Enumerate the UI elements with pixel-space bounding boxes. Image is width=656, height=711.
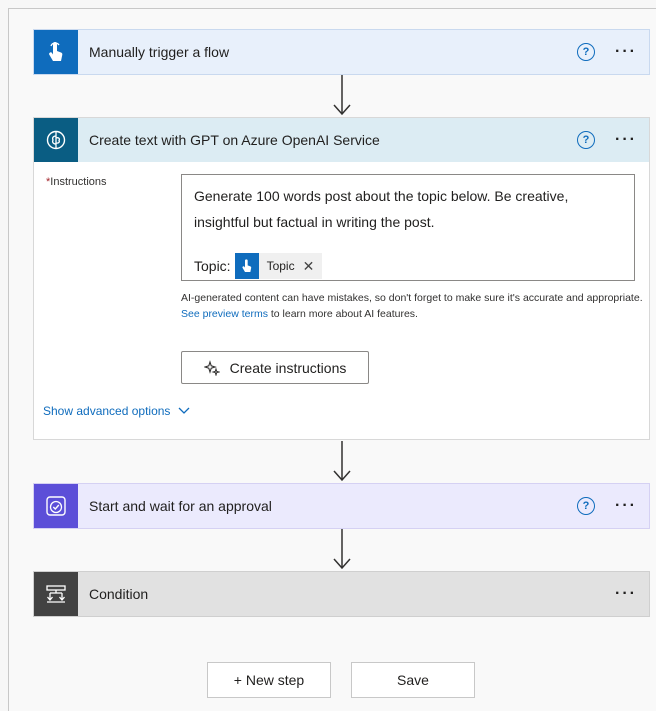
- connector-arrow-icon: [333, 441, 351, 482]
- connector-arrow-icon: [333, 529, 351, 570]
- token-remove-icon[interactable]: ✕: [303, 253, 323, 279]
- touch-hand-icon: [34, 30, 78, 74]
- approval-help-icon[interactable]: ?: [577, 497, 596, 515]
- condition-branch-icon: [34, 572, 78, 616]
- show-advanced-label: Show advanced options: [43, 404, 171, 418]
- create-instructions-label: Create instructions: [229, 359, 347, 376]
- approval-step-header[interactable]: Start and wait for an approval ? ···: [34, 484, 649, 528]
- new-step-button[interactable]: + New step: [207, 662, 331, 698]
- trigger-step-header[interactable]: Manually trigger a flow ? ···: [34, 30, 649, 74]
- trigger-more-options-button[interactable]: ···: [615, 44, 637, 60]
- openai-step-card: Create text with GPT on Azure OpenAI Ser…: [33, 117, 650, 440]
- chevron-down-icon: [178, 407, 190, 414]
- disclaimer-text: AI-generated content can have mistakes, …: [181, 292, 643, 304]
- create-instructions-button[interactable]: Create instructions: [181, 351, 369, 384]
- preview-terms-link[interactable]: See preview terms: [181, 308, 268, 320]
- topic-prefix: Topic:: [194, 258, 231, 274]
- topic-token-label: Topic: [266, 259, 295, 273]
- approval-step-title: Start and wait for an approval: [89, 498, 272, 514]
- approval-check-icon: [34, 484, 78, 528]
- touch-hand-icon: [234, 253, 259, 279]
- instructions-input[interactable]: Generate 100 words post about the topic …: [181, 174, 635, 281]
- trigger-step-title: Manually trigger a flow: [89, 44, 230, 60]
- openai-step-title: Create text with GPT on Azure OpenAI Ser…: [89, 132, 380, 148]
- connector-arrow-icon: [333, 75, 351, 116]
- openai-help-icon[interactable]: ?: [577, 131, 596, 149]
- approval-step-card[interactable]: Start and wait for an approval ? ···: [33, 483, 650, 529]
- show-advanced-options-link[interactable]: Show advanced options: [43, 404, 190, 418]
- instructions-label-text: Instructions: [50, 176, 107, 188]
- trigger-step-card[interactable]: Manually trigger a flow ? ···: [33, 29, 650, 75]
- condition-step-header[interactable]: Condition ···: [34, 572, 649, 616]
- condition-step-title: Condition: [89, 586, 149, 602]
- condition-step-card[interactable]: Condition ···: [33, 571, 650, 617]
- save-button[interactable]: Save: [351, 662, 475, 698]
- instructions-text: Generate 100 words post about the topic …: [194, 188, 569, 230]
- openai-brain-icon: [34, 118, 78, 162]
- new-step-label: + New step: [233, 672, 305, 688]
- openai-step-body: *Instructions Generate 100 words post ab…: [34, 162, 649, 426]
- ai-disclaimer: AI-generated content can have mistakes, …: [181, 290, 646, 322]
- save-label: Save: [397, 672, 429, 688]
- topic-row: Topic: Topic ✕: [194, 253, 323, 279]
- topic-token[interactable]: Topic ✕: [234, 253, 323, 279]
- sparkle-icon: [203, 359, 220, 376]
- disclaimer-text-end: to learn more about AI features.: [267, 308, 418, 320]
- trigger-help-icon[interactable]: ?: [577, 43, 596, 61]
- condition-more-options-button[interactable]: ···: [615, 586, 637, 602]
- instructions-label: *Instructions: [46, 176, 107, 188]
- approval-more-options-button[interactable]: ···: [615, 498, 637, 514]
- openai-more-options-button[interactable]: ···: [615, 132, 637, 148]
- openai-step-header[interactable]: Create text with GPT on Azure OpenAI Ser…: [34, 118, 649, 162]
